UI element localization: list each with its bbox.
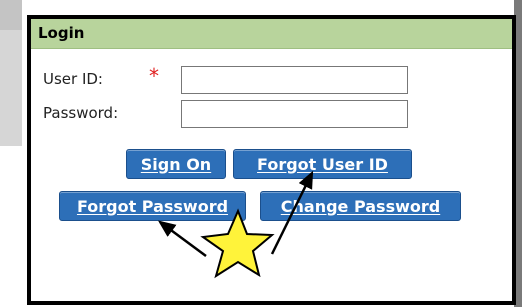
star-icon — [200, 208, 275, 279]
arrow-to-forgot-user-id — [270, 170, 314, 255]
arrow-to-forgot-password — [157, 220, 207, 258]
annotation-overlay — [157, 170, 314, 279]
